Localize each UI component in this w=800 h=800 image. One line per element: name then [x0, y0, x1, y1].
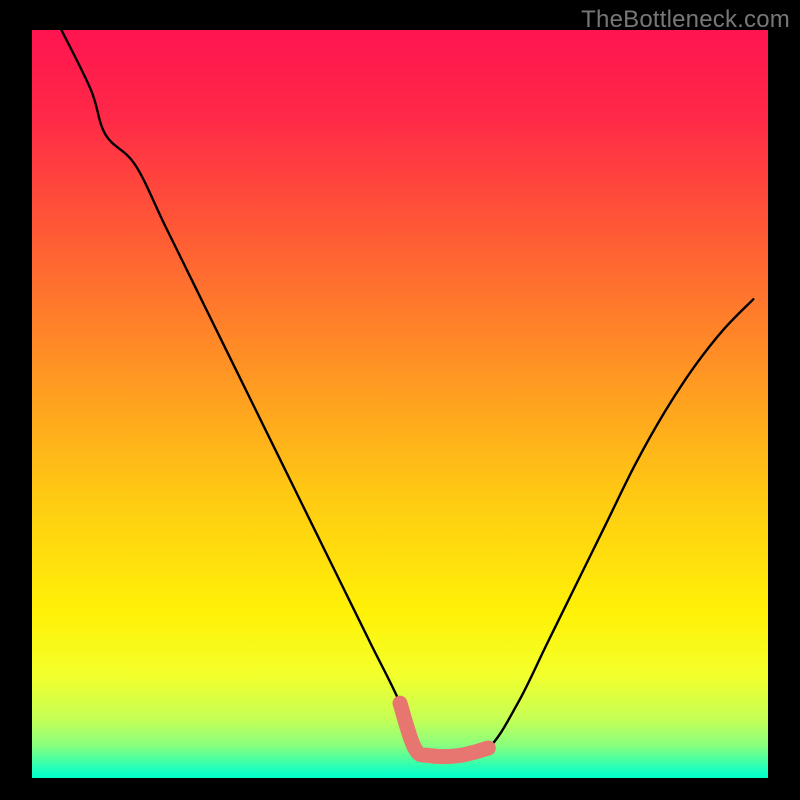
watermark-text: TheBottleneck.com: [581, 6, 790, 34]
gradient-background: [32, 30, 768, 778]
chart-frame: TheBottleneck.com: [0, 0, 800, 800]
bottleneck-chart: [32, 30, 768, 778]
